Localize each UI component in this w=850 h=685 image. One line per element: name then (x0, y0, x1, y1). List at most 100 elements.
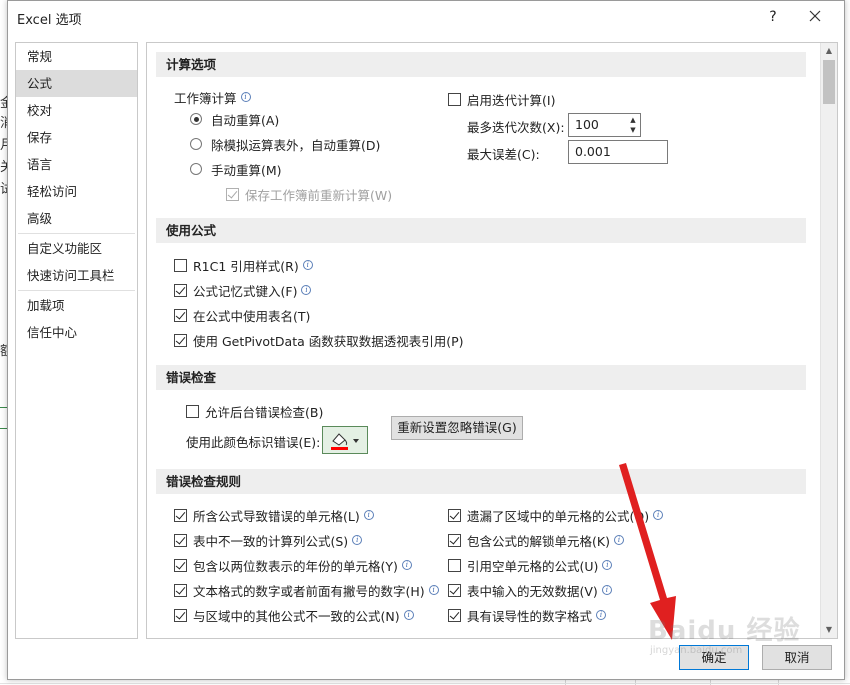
rule-checkbox-right[interactable]: 表中输入的无效数据(V) i (448, 580, 612, 600)
title-bar: Excel 选项 ? (8, 1, 844, 33)
info-icon: i (403, 610, 414, 620)
rule-checkbox-left[interactable]: 文本格式的数字或者前面有撇号的数字(H) i (174, 580, 439, 600)
error-color-picker[interactable] (322, 426, 368, 454)
cancel-button[interactable]: 取消 (762, 645, 832, 670)
workbook-calc-text: 工作簿计算 (174, 90, 237, 106)
checkbox-label: 文本格式的数字或者前面有撇号的数字(H) (193, 583, 425, 599)
checkbox[interactable] (174, 608, 187, 622)
checkbox[interactable] (174, 508, 187, 522)
section-header-calculation: 计算选项 (156, 52, 806, 77)
info-icon: i (601, 585, 612, 595)
checkbox-formula-autocomplete[interactable]: 公式记忆式键入(F) i (174, 280, 312, 300)
sidebar-item-language[interactable]: 语言 (16, 151, 137, 178)
spin-buttons[interactable]: ▲ ▼ (627, 115, 639, 135)
radio-button[interactable] (190, 113, 202, 125)
checkbox-label: 保存工作簿前重新计算(W) (245, 187, 393, 203)
checkbox-label: 所含公式导致错误的单元格(L) (193, 508, 360, 524)
info-icon: i (363, 510, 374, 520)
rule-checkbox-left[interactable]: 与区域中的其他公式不一致的公式(N) i (174, 605, 414, 625)
checkbox[interactable] (174, 333, 187, 347)
rule-checkbox-right[interactable]: 遗漏了区域中的单元格的公式(O) i (448, 505, 664, 525)
checkbox[interactable] (186, 404, 199, 418)
scroll-thumb[interactable] (823, 60, 835, 104)
radio-label: 自动重算(A) (211, 112, 280, 128)
checkbox[interactable] (448, 508, 461, 522)
max-change-label: 最大误差(C): (467, 143, 540, 163)
sidebar-item-proofing[interactable]: 校对 (16, 97, 137, 124)
input-value: 0.001 (575, 144, 611, 159)
checkbox-label: 具有误导性的数字格式 (467, 608, 593, 624)
radio-button[interactable] (190, 163, 202, 175)
excel-options-dialog: Excel 选项 ? 常规 公式 校对 保存 语言 轻松访问 高级 自定义功能区… (7, 0, 845, 680)
sidebar-item-advanced[interactable]: 高级 (16, 205, 137, 232)
checkbox-recalc-before-save: 保存工作簿前重新计算(W) (226, 184, 392, 204)
radio-automatic-except-tables[interactable]: 除模拟运算表外，自动重算(D) (190, 134, 380, 154)
label-text: 最多迭代次数(X): (467, 119, 565, 135)
sidebar-item-save[interactable]: 保存 (16, 124, 137, 151)
scroll-down-arrow-icon[interactable]: ▼ (821, 622, 837, 638)
info-icon: i (653, 510, 664, 520)
info-icon: i (401, 560, 412, 570)
checkbox-background-error-checking[interactable]: 允许后台错误检查(B) (186, 401, 323, 421)
watermark-logo: Baidu 经验 (648, 616, 801, 646)
sidebar-item-formulas[interactable]: 公式 (16, 70, 137, 97)
info-icon: i (613, 535, 624, 545)
max-iterations-input[interactable]: 100 ▲ ▼ (568, 113, 641, 137)
checkbox[interactable] (448, 583, 461, 597)
sidebar-item-quick-access-toolbar[interactable]: 快速访问工具栏 (16, 262, 137, 289)
checkbox-getpivotdata[interactable]: 使用 GetPivotData 函数获取数据透视表引用(P) (174, 330, 464, 350)
close-button[interactable] (804, 5, 826, 27)
info-icon: i (240, 92, 251, 102)
info-icon: i (352, 535, 363, 545)
checkbox[interactable] (174, 308, 187, 322)
label-text: 使用此颜色标识错误(E): (186, 434, 321, 450)
grid-line (0, 683, 850, 684)
checkbox[interactable] (174, 283, 187, 297)
dialog-title: Excel 选项 (17, 13, 82, 28)
checkbox[interactable] (448, 608, 461, 622)
help-button[interactable]: ? (762, 6, 784, 28)
sidebar-item-trust-center[interactable]: 信任中心 (16, 319, 137, 346)
watermark-url: jingyan.baidu.com (650, 645, 743, 656)
checkbox-iterative-calc[interactable]: 启用迭代计算(I) (448, 89, 555, 109)
checkbox-table-names[interactable]: 在公式中使用表名(T) (174, 305, 310, 325)
scroll-up-arrow-icon[interactable]: ▲ (821, 43, 837, 59)
checkbox-label: 表中输入的无效数据(V) (467, 583, 598, 599)
formulas-options-panel: 计算选项 工作簿计算 i 自动重算(A) 除模拟运算表外，自动重算(D) 手动重… (146, 42, 838, 639)
checkbox-label: R1C1 引用样式(R) (193, 258, 299, 274)
rule-checkbox-right[interactable]: 包含公式的解锁单元格(K) i (448, 530, 624, 550)
checkbox-r1c1[interactable]: R1C1 引用样式(R) i (174, 255, 313, 275)
rule-checkbox-left[interactable]: 所含公式导致错误的单元格(L) i (174, 505, 374, 525)
checkbox[interactable] (448, 533, 461, 547)
input-value: 100 (575, 117, 599, 132)
checkbox (226, 187, 239, 201)
sidebar-item-general[interactable]: 常规 (16, 43, 137, 70)
options-sidebar: 常规 公式 校对 保存 语言 轻松访问 高级 自定义功能区 快速访问工具栏 加载… (15, 42, 138, 639)
checkbox[interactable] (448, 558, 461, 572)
sidebar-item-add-ins[interactable]: 加载项 (16, 292, 137, 319)
vertical-scrollbar[interactable]: ▲ ▼ (820, 43, 837, 638)
radio-automatic[interactable]: 自动重算(A) (190, 109, 279, 129)
rule-checkbox-right[interactable]: 具有误导性的数字格式 i (448, 605, 607, 625)
sidebar-item-customize-ribbon[interactable]: 自定义功能区 (16, 235, 137, 262)
checkbox[interactable] (174, 558, 187, 572)
rule-checkbox-right[interactable]: 引用空单元格的公式(U) i (448, 555, 613, 575)
checkbox[interactable] (174, 583, 187, 597)
checkbox-label: 启用迭代计算(I) (467, 92, 556, 108)
checkbox-label: 包含以两位数表示的年份的单元格(Y) (193, 558, 398, 574)
reset-ignored-errors-button[interactable]: 重新设置忽略错误(G) (391, 416, 523, 440)
rule-checkbox-left[interactable]: 包含以两位数表示的年份的单元格(Y) i (174, 555, 412, 575)
checkbox-label: 使用 GetPivotData 函数获取数据透视表引用(P) (193, 333, 464, 349)
checkbox-label: 在公式中使用表名(T) (193, 308, 311, 324)
close-icon (809, 10, 821, 22)
radio-button[interactable] (190, 138, 202, 150)
checkbox-label: 公式记忆式键入(F) (193, 283, 298, 299)
checkbox[interactable] (174, 258, 187, 272)
radio-manual[interactable]: 手动重算(M) (190, 159, 282, 179)
sidebar-item-accessibility[interactable]: 轻松访问 (16, 178, 137, 205)
checkbox[interactable] (174, 533, 187, 547)
rule-checkbox-left[interactable]: 表中不一致的计算列公式(S) i (174, 530, 363, 550)
checkbox[interactable] (448, 92, 461, 106)
info-icon: i (301, 285, 312, 295)
max-change-input[interactable]: 0.001 (568, 140, 668, 164)
